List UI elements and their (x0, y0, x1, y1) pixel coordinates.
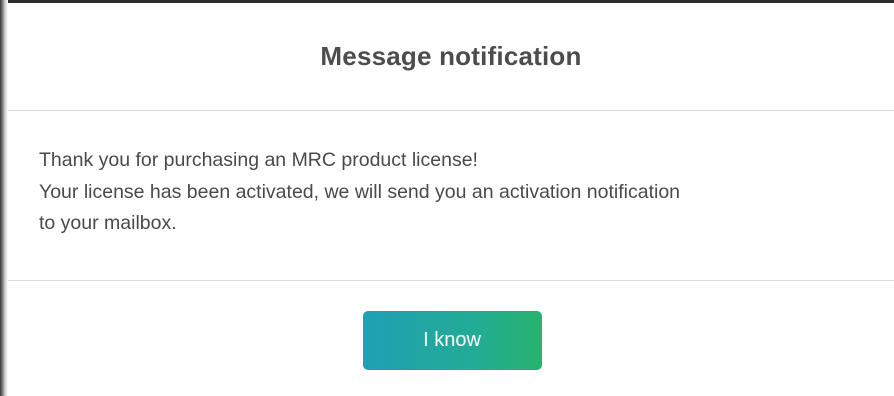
dialog-header: Message notification (8, 3, 894, 111)
i-know-button[interactable]: I know (362, 311, 542, 370)
message-line-mailbox: to your mailbox. (39, 212, 177, 234)
dialog-title: Message notification (320, 41, 582, 71)
message-line-thanks: Thank you for purchasing an MRC product … (39, 149, 478, 171)
dialog-body: Thank you for purchasing an MRC product … (8, 111, 894, 281)
message-line-activated: Your license has been activated, we will… (39, 180, 681, 203)
message-notification-dialog: Message notification Thank you for purch… (8, 3, 894, 396)
backdrop-shadow-edge (0, 0, 8, 396)
screen: Message notification Thank you for purch… (0, 0, 894, 396)
dialog-footer: I know (8, 281, 894, 395)
